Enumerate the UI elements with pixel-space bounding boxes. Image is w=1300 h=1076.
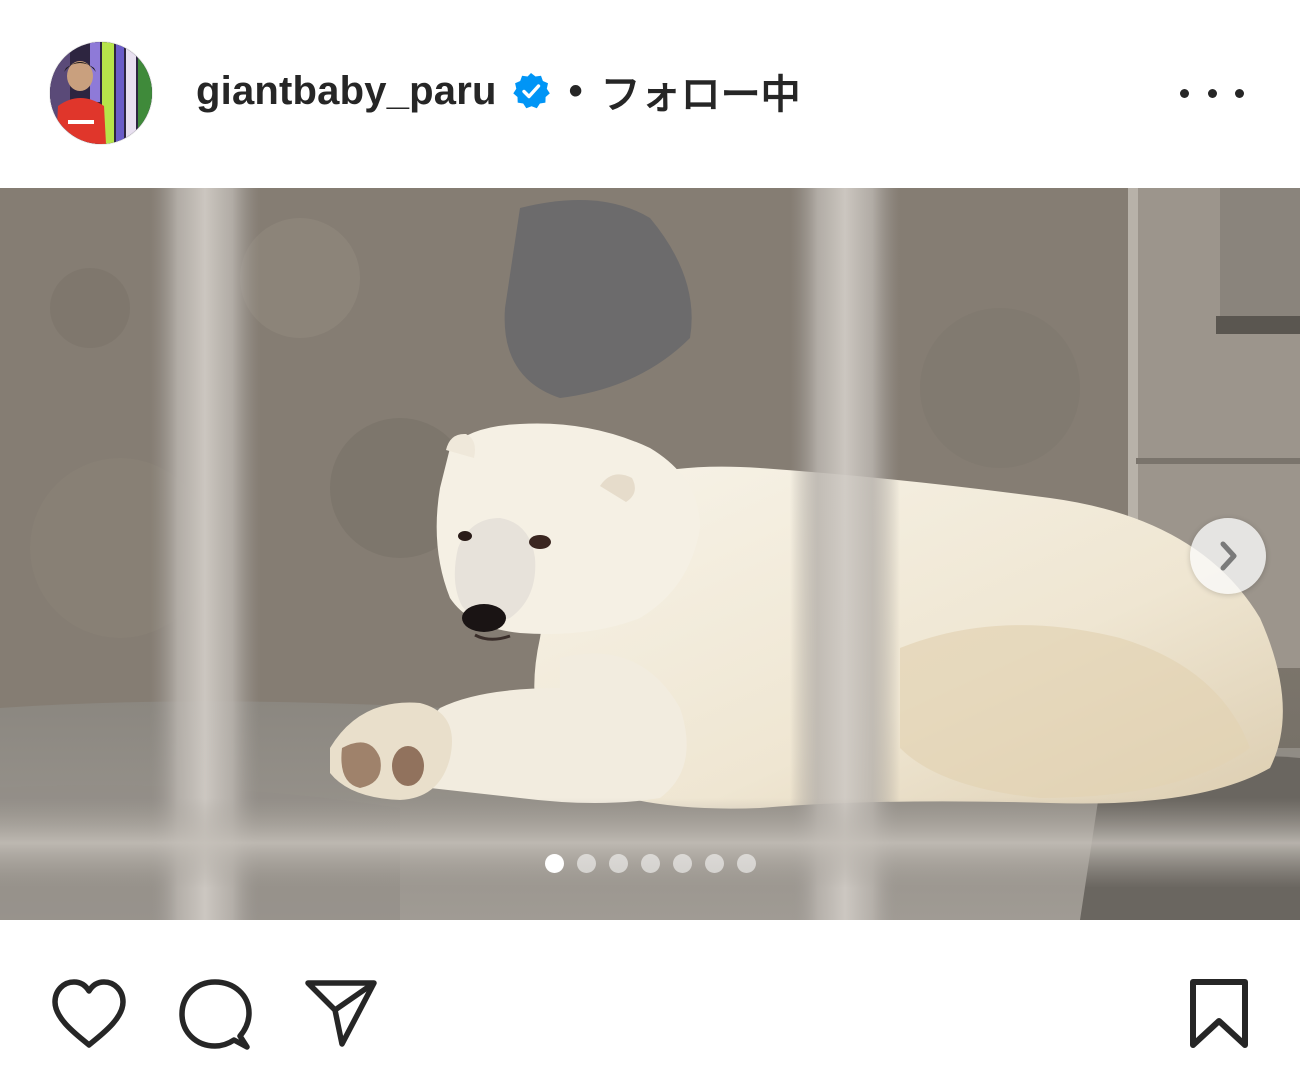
chevron-right-icon: [1220, 541, 1237, 571]
carousel-dot: [544, 854, 564, 873]
avatar-image: [50, 42, 152, 144]
carousel-dot: [704, 854, 724, 873]
verified-badge-icon: [511, 71, 551, 111]
carousel-indicator: [0, 854, 1300, 874]
bookmark-icon: [1190, 979, 1248, 1048]
post-media[interactable]: [0, 188, 1300, 920]
carousel-next-button[interactable]: [1190, 518, 1266, 594]
heart-icon: [52, 979, 126, 1048]
avatar[interactable]: [50, 42, 152, 144]
more-options-button[interactable]: [1180, 74, 1244, 112]
like-button[interactable]: [50, 978, 128, 1050]
paper-plane-icon: [305, 980, 377, 1047]
polar-bear-photo: [0, 188, 1300, 920]
following-button[interactable]: フォロー中: [601, 62, 801, 120]
post-actions: [0, 920, 1300, 1076]
save-button[interactable]: [1186, 978, 1252, 1050]
carousel-dot: [736, 854, 756, 873]
carousel-dot: [576, 854, 596, 873]
carousel-dot: [608, 854, 628, 873]
more-horizontal-icon: [1180, 88, 1189, 98]
separator-dot: •: [568, 68, 583, 113]
comment-icon: [179, 979, 252, 1050]
username-link[interactable]: giantbaby_paru: [196, 69, 497, 114]
share-button[interactable]: [304, 978, 378, 1048]
carousel-dot: [640, 854, 660, 873]
user-row: giantbaby_paru • フォロー中: [196, 62, 801, 120]
comment-button[interactable]: [178, 978, 252, 1052]
carousel-dot: [672, 854, 692, 873]
post-header: giantbaby_paru • フォロー中: [0, 0, 1300, 186]
